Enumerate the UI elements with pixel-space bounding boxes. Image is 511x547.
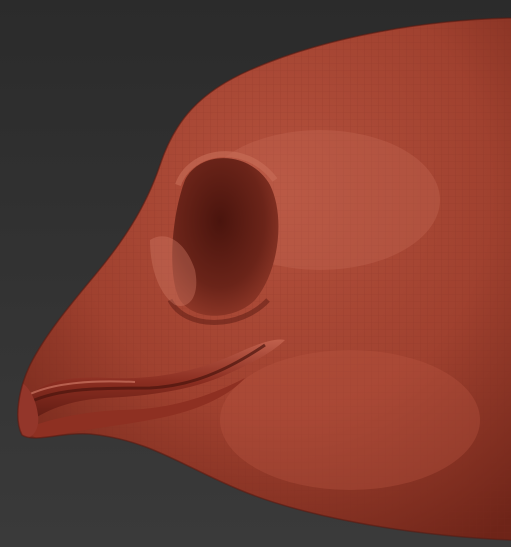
sculpt-viewport[interactable] xyxy=(0,0,511,547)
cheek-highlight xyxy=(220,350,480,490)
sculpt-render xyxy=(0,0,511,547)
